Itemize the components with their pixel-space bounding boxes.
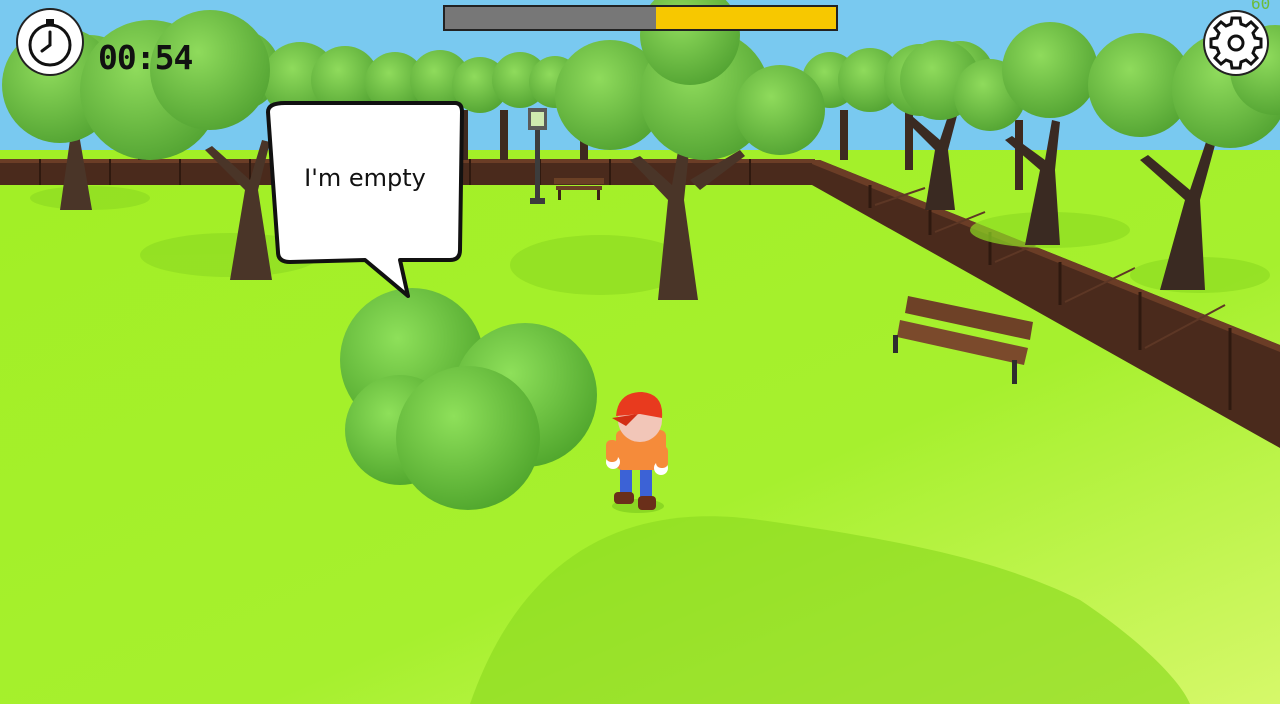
game-scene (0, 0, 1280, 704)
speech-bubble-text: I'm empty (304, 164, 426, 192)
stopwatch-icon (18, 10, 82, 74)
progress-bar-fill (656, 7, 836, 29)
progress-bar (443, 5, 838, 31)
settings-button[interactable] (1205, 12, 1267, 74)
gear-icon (1209, 16, 1263, 70)
timer-text: 00:54 (98, 38, 193, 77)
fps-counter: 60 (1251, 0, 1271, 13)
